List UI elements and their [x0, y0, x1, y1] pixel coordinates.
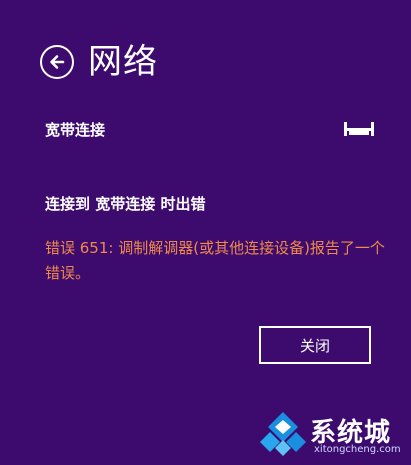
arrow-left-circle-icon [50, 55, 65, 69]
close-button[interactable]: 关闭 [259, 326, 371, 364]
broadband-ethernet-icon [344, 122, 374, 136]
watermark-url: xitongcheng.com [314, 444, 401, 455]
connection-item[interactable]: 宽带连接 [45, 118, 375, 140]
connection-name: 宽带连接 [45, 120, 106, 139]
watermark: 系统城 xitongcheng.com [258, 410, 408, 460]
error-heading: 连接到 宽带连接 时出错 [45, 195, 206, 213]
error-message: 错误 651: 调制解调器(或其他连接设备)报告了一个错误。 [45, 239, 385, 282]
back-button[interactable] [40, 45, 74, 79]
panel-header: 网络 [40, 42, 158, 82]
page-title: 网络 [88, 42, 158, 82]
network-panel: 网络 宽带连接 连接到 宽带连接 时出错 错误 651: 调制解调器(或其他连接… [0, 0, 411, 465]
watermark-logo-icon [260, 412, 306, 456]
